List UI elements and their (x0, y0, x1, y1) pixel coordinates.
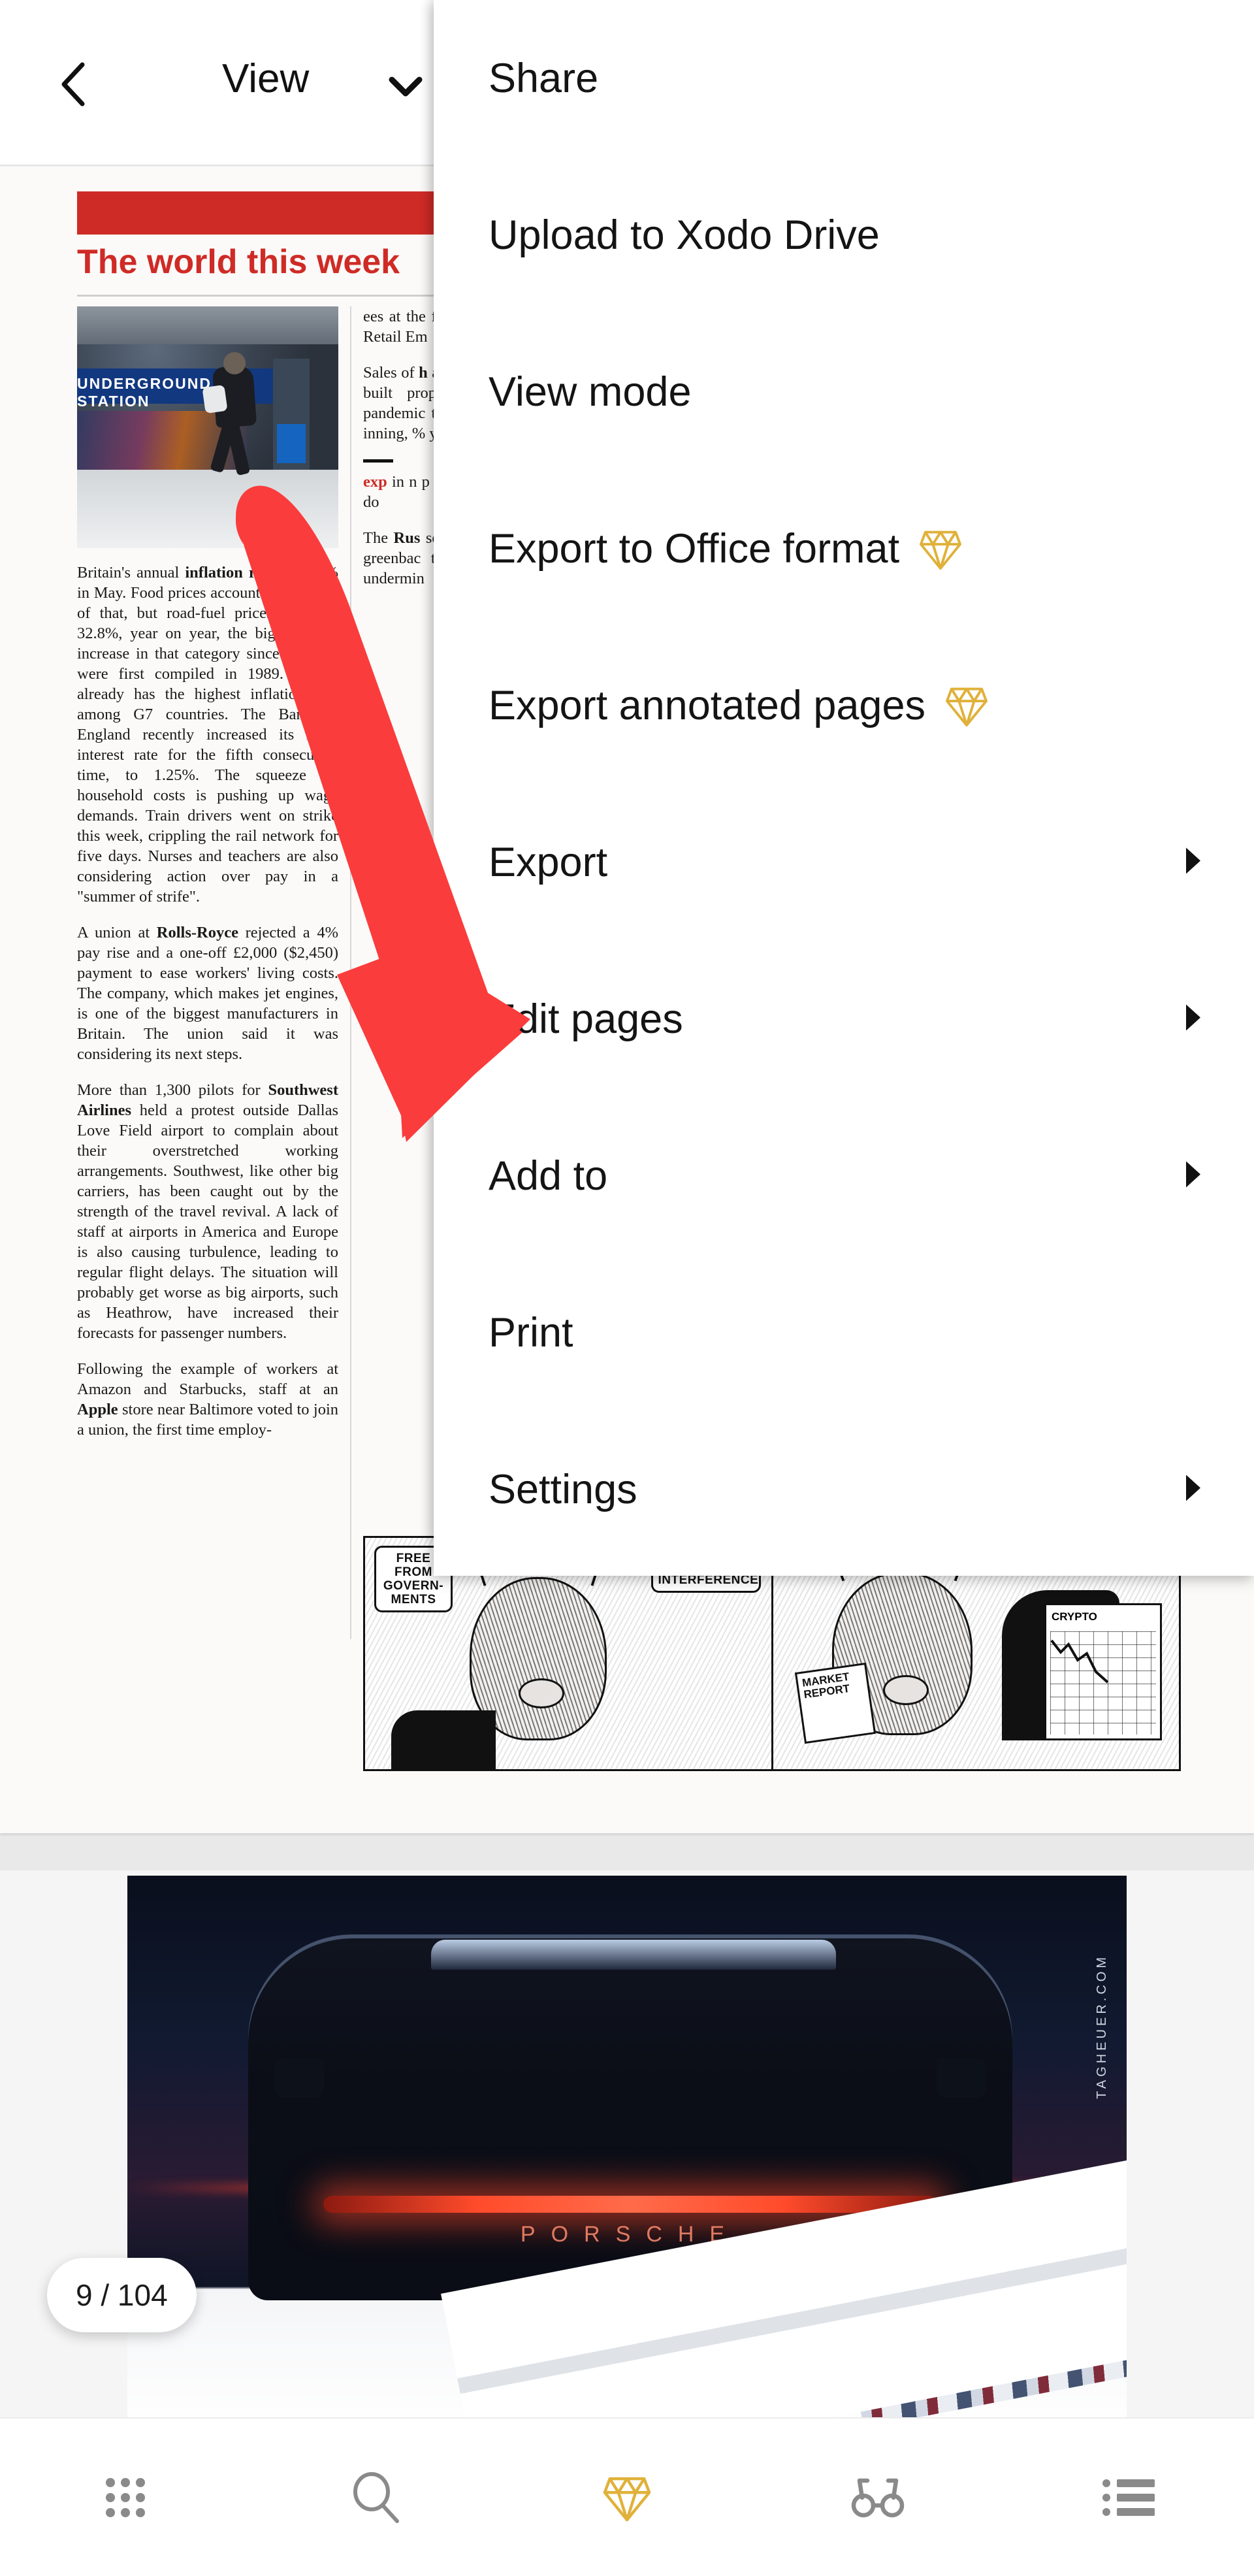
menu-item-settings[interactable]: Settings (434, 1411, 1254, 1568)
toolbar-search-button[interactable] (251, 2419, 502, 2576)
diamond-icon (945, 687, 988, 727)
submenu-arrow-icon (1183, 1473, 1203, 1507)
glasses-icon (851, 2478, 905, 2517)
paragraph: A union at Rolls-Royce rejected a 4% pay… (77, 924, 338, 1063)
menu-item-upload-to-xodo-drive[interactable]: Upload to Xodo Drive (434, 157, 1254, 314)
menu-item-add-to[interactable]: Add to (434, 1098, 1254, 1254)
list-icon (1102, 2479, 1155, 2516)
menu-item-label: Export to Office format (489, 526, 900, 572)
menu-item-label: Edit pages (489, 996, 683, 1042)
menu-item-label: Export annotated pages (489, 683, 926, 728)
menu-item-edit-pages[interactable]: Edit pages (434, 941, 1254, 1098)
back-button[interactable] (51, 61, 97, 107)
submenu-arrow-icon (1183, 846, 1203, 879)
menu-item-export[interactable]: Export (434, 784, 1254, 941)
chevron-down-icon (389, 76, 423, 97)
diamond-icon (920, 530, 962, 570)
menu-item-print[interactable]: Print (434, 1254, 1254, 1411)
menu-item-label: Add to (489, 1153, 608, 1199)
menu-item-label: Upload to Xodo Drive (489, 212, 880, 258)
chevron-right-icon (1186, 1161, 1200, 1188)
view-dropdown-button[interactable] (389, 73, 423, 99)
advert-vertical-text: TAGHEUER.COM (1095, 1954, 1109, 2099)
page-heading: The world this week (77, 243, 400, 281)
advert-image: PORSCHE 911 Carrera S TAGHEUER.COM (127, 1876, 1127, 2417)
menu-item-share[interactable]: Share (434, 0, 1254, 157)
app-root: The world this week UNDERGROUND STATION (0, 0, 1254, 2576)
article-column-1-text: Britain's annual inflation rate hit 9.1%… (77, 562, 338, 1456)
menu-item-label: Settings (489, 1467, 637, 1512)
menu-item-label: Share (489, 56, 599, 101)
toolbar-premium-button[interactable] (502, 2419, 752, 2576)
premium-gem-icon (916, 525, 965, 573)
menu-item-view-mode[interactable]: View mode (434, 314, 1254, 470)
grid-icon (106, 2477, 145, 2517)
cartoon-prop-chart-label: CRYPTO (1052, 1610, 1097, 1623)
menu-item-label: Print (489, 1310, 573, 1356)
toolbar-reading-mode-button[interactable] (752, 2419, 1003, 2576)
menu-item-label: Export (489, 840, 608, 885)
chevron-left-icon (61, 62, 85, 106)
view-dropdown-menu: Share Upload to Xodo Drive View mode Exp… (434, 0, 1254, 1576)
menu-item-export-annotated-pages[interactable]: Export annotated pages (434, 627, 1254, 784)
chevron-right-icon (1186, 847, 1200, 874)
article-photo: UNDERGROUND STATION (77, 306, 338, 548)
paragraph: Britain's annual inflation rate hit 9.1%… (77, 564, 338, 905)
photo-person (202, 352, 259, 476)
chevron-right-icon (1186, 1475, 1200, 1501)
paragraph: Following the example of workers at Amaz… (77, 1360, 338, 1439)
toolbar-thumbnails-button[interactable] (0, 2419, 251, 2576)
toolbar-outline-button[interactable] (1003, 2419, 1254, 2576)
bottom-toolbar (0, 2417, 1254, 2576)
menu-item-export-to-office-format[interactable]: Export to Office format (434, 470, 1254, 627)
menu-item-label: View mode (489, 369, 692, 415)
column-divider (350, 306, 351, 1639)
cartoon-prop-paper: MARKET REPORT (794, 1662, 876, 1744)
cartoon-prop-chart: CRYPTO (1044, 1603, 1162, 1740)
submenu-arrow-icon (1183, 1160, 1203, 1193)
pdf-page-advert: PORSCHE 911 Carrera S TAGHEUER.COM (0, 1870, 1254, 2417)
diamond-icon (603, 2477, 651, 2521)
chevron-right-icon (1186, 1004, 1200, 1031)
page-indicator[interactable]: 9 / 104 (47, 2258, 197, 2332)
premium-gem-icon (942, 681, 991, 730)
paragraph: More than 1,300 pilots for Southwest Air… (77, 1081, 338, 1342)
search-icon (353, 2471, 399, 2523)
cartoon-chart-zigzag (1050, 1639, 1109, 1684)
page-title: View (222, 56, 310, 101)
submenu-arrow-icon (1183, 1003, 1203, 1036)
